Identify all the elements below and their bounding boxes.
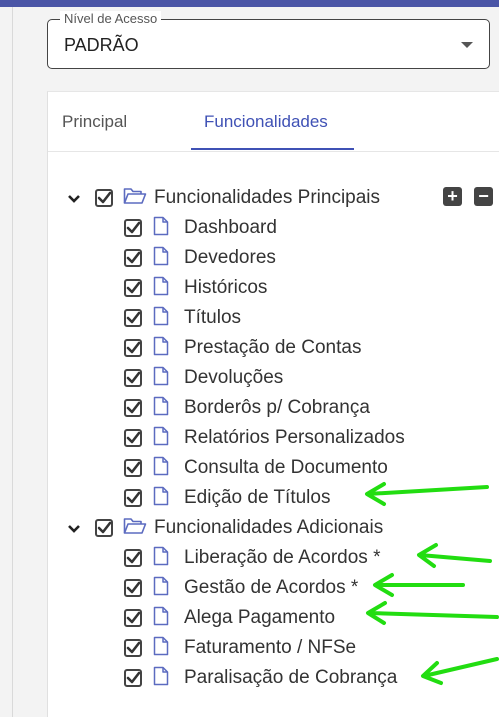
item-checkbox[interactable] [124,639,142,657]
tree-item-row[interactable]: Consulta de Documento [124,455,388,481]
tree-item-label: Paralisação de Cobrança [184,667,398,688]
tab-funcionalidades[interactable]: Funcionalidades [204,112,328,132]
folder-open-icon [123,187,147,210]
item-checkbox[interactable] [124,429,142,447]
tree-item-label: Alega Pagamento [184,607,336,628]
tree-item-row[interactable]: Dashboard [124,215,277,241]
chevron-down-icon[interactable] [68,521,80,535]
file-icon [153,306,169,331]
item-checkbox[interactable] [124,579,142,597]
tree-item-row[interactable]: Edição de Títulos [124,485,330,511]
tree-item-row[interactable]: Paralisação de Cobrança [124,665,397,691]
item-checkbox[interactable] [124,609,142,627]
tree-item-row[interactable]: Relatórios Personalizados [124,425,405,451]
tree-item-label: Históricos [184,277,268,298]
tree-item-label: Borderôs p/ Cobrança [184,397,370,418]
tree-item-row[interactable]: Históricos [124,275,267,301]
tree-item-row[interactable]: Títulos [124,305,241,331]
tree-item-label: Títulos [184,307,242,328]
item-checkbox[interactable] [124,489,142,507]
item-checkbox[interactable] [124,369,142,387]
tree-item-label: Devoluções [184,367,284,388]
item-checkbox[interactable] [124,669,142,687]
chevron-down-icon[interactable] [68,191,80,205]
dropdown-caret-icon[interactable] [461,42,473,48]
file-icon [153,546,169,571]
item-checkbox[interactable] [124,219,142,237]
tree-group-label: Funcionalidades Principais [154,187,381,208]
folder-open-icon [123,517,147,540]
tree-item-label: Devedores [184,247,276,268]
file-icon [153,456,169,481]
top-app-bar [0,0,499,7]
tab-principal[interactable]: Principal [62,112,127,132]
collapse-all-button[interactable]: − [474,187,493,206]
file-icon [153,666,169,691]
item-checkbox[interactable] [124,279,142,297]
file-icon [153,396,169,421]
active-tab-indicator [191,148,354,150]
tree-item-label: Liberação de Acordos * [184,547,381,568]
group-checkbox[interactable] [95,189,113,207]
access-level-label: Nível de Acesso [60,11,162,27]
tree-item-label: Gestão de Acordos * [184,577,359,598]
tree-item-row[interactable]: Devoluções [124,365,283,391]
group-checkbox[interactable] [95,519,113,537]
tree-item-label: Prestação de Contas [184,337,362,358]
tree-item-row[interactable]: Liberação de Acordos * [124,545,380,571]
item-checkbox[interactable] [124,549,142,567]
tree-group-row[interactable]: Funcionalidades Adicionais [68,515,383,541]
tree-item-label: Consulta de Documento [184,457,388,478]
file-icon [153,366,169,391]
tree-item-row[interactable]: Faturamento / NFSe [124,635,356,661]
file-icon [153,606,169,631]
tree-item-label: Faturamento / NFSe [184,637,357,658]
item-checkbox[interactable] [124,399,142,417]
file-icon [153,486,169,511]
access-level-value: PADRÃO [64,35,139,55]
tree-item-row[interactable]: Borderôs p/ Cobrança [124,395,370,421]
file-icon [153,576,169,601]
tab-bar: Principal Funcionalidades [48,92,499,152]
file-icon [153,636,169,661]
tree-item-label: Dashboard [184,217,277,238]
item-checkbox[interactable] [124,249,142,267]
tree-item-row[interactable]: Alega Pagamento [124,605,335,631]
tree-item-row[interactable]: Prestação de Contas [124,335,361,361]
tree-item-row[interactable]: Gestão de Acordos * [124,575,358,601]
file-icon [153,246,169,271]
tree-item-label: Edição de Títulos [184,487,331,508]
sidebar-divider [12,7,13,717]
file-icon [153,336,169,361]
permissions-panel: Principal Funcionalidades + − Funcionali… [47,91,499,717]
tree-item-label: Relatórios Personalizados [184,427,405,448]
tree-group-label: Funcionalidades Adicionais [154,517,384,538]
file-icon [153,426,169,451]
item-checkbox[interactable] [124,459,142,477]
file-icon [153,216,169,241]
access-level-select[interactable]: Nível de Acesso PADRÃO [47,11,490,69]
tree-item-row[interactable]: Devedores [124,245,276,271]
item-checkbox[interactable] [124,309,142,327]
tree-group-row[interactable]: Funcionalidades Principais [68,185,380,211]
file-icon [153,276,169,301]
item-checkbox[interactable] [124,339,142,357]
expand-all-button[interactable]: + [443,187,462,206]
